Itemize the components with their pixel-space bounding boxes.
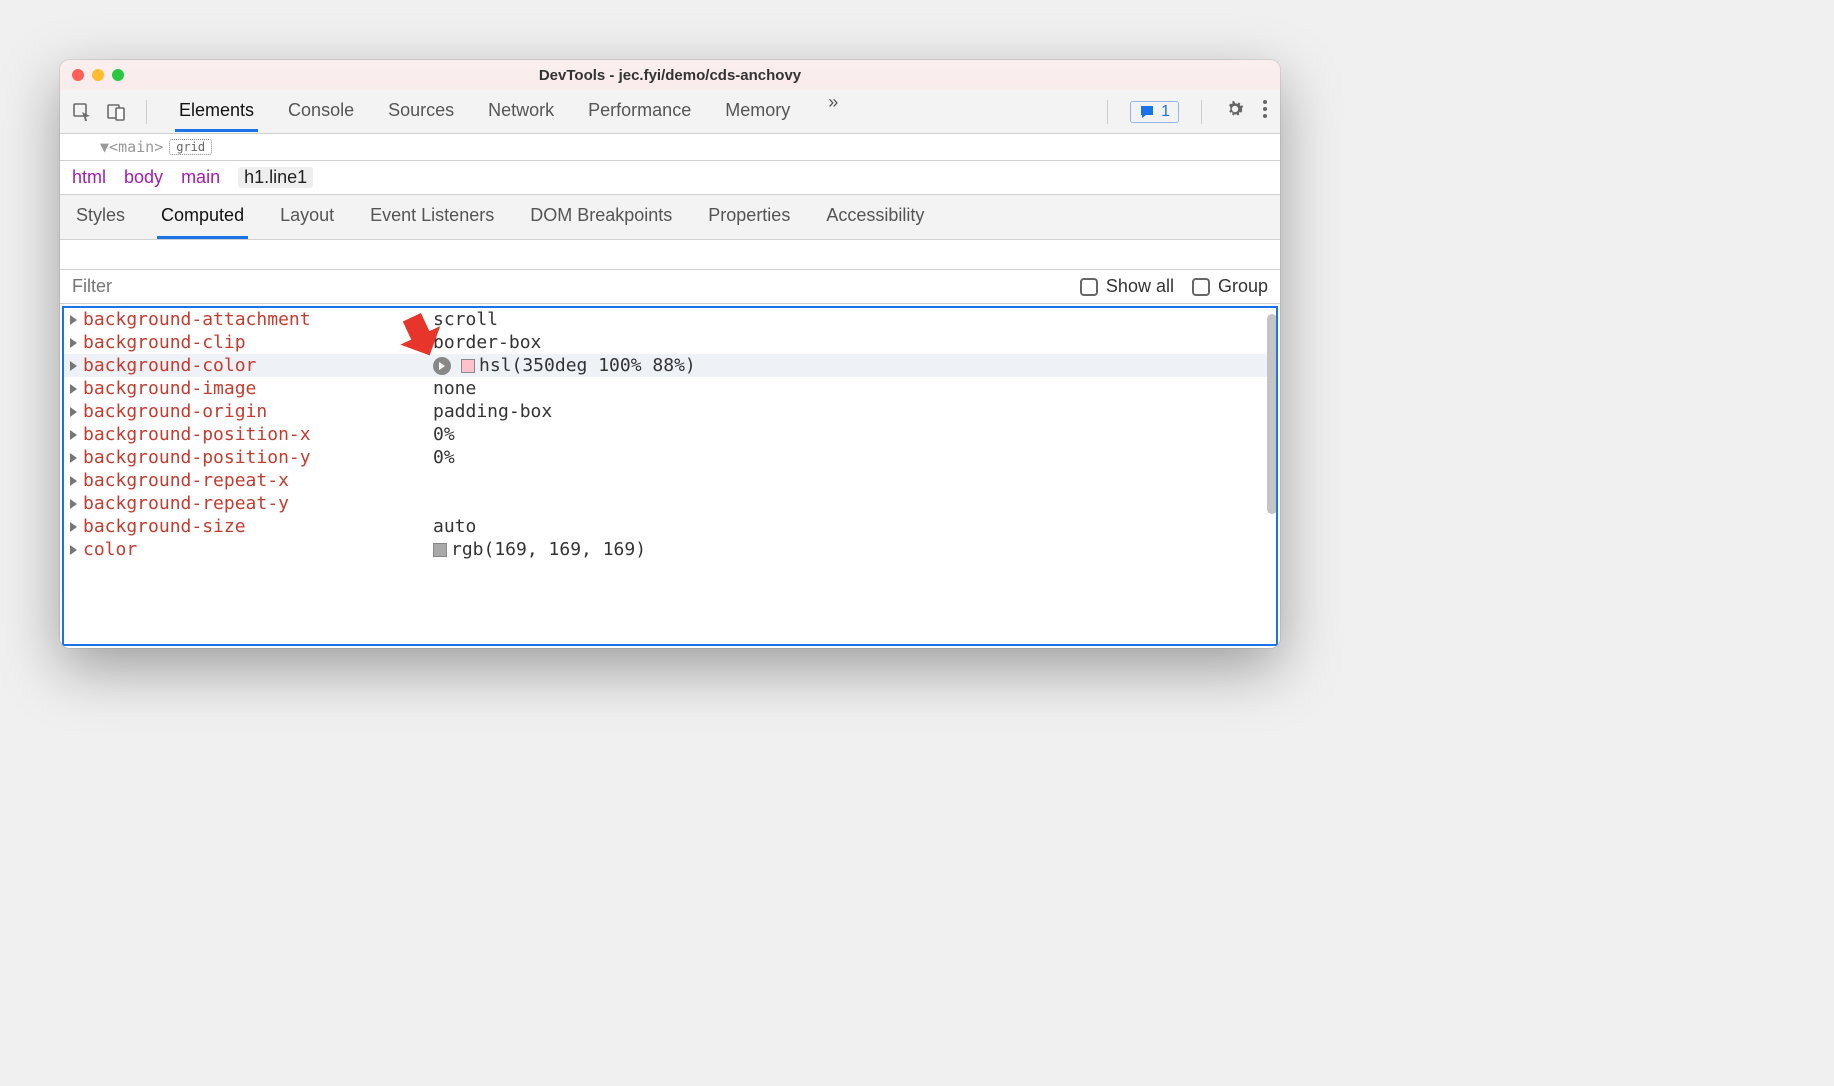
property-row[interactable]: colorrgb(169, 169, 169) <box>64 538 1276 561</box>
disclosure-triangle-icon[interactable] <box>70 407 77 417</box>
property-value: padding-box <box>433 401 552 422</box>
property-name: color <box>83 539 433 560</box>
property-name: background-attachment <box>83 309 433 330</box>
property-name: background-repeat-x <box>83 470 433 491</box>
subtab-accessibility[interactable]: Accessibility <box>822 195 928 239</box>
property-row[interactable]: background-repeat-y <box>64 492 1276 515</box>
tab-memory[interactable]: Memory <box>721 92 794 132</box>
toolbar-divider <box>1201 100 1202 124</box>
grid-badge[interactable]: grid <box>169 139 212 155</box>
titlebar: DevTools - jec.fyi/demo/cds-anchovy <box>60 60 1280 90</box>
tab-console[interactable]: Console <box>284 92 358 132</box>
property-row[interactable]: background-imagenone <box>64 377 1276 400</box>
main-toolbar: Elements Console Sources Network Perform… <box>60 90 1280 134</box>
property-name: background-color <box>83 355 433 376</box>
more-tabs-button[interactable]: » <box>828 92 838 132</box>
device-toolbar-icon[interactable] <box>106 102 126 122</box>
toolbar-divider <box>146 100 147 124</box>
traffic-lights <box>72 69 124 81</box>
settings-icon[interactable] <box>1224 98 1246 125</box>
subtab-event-listeners[interactable]: Event Listeners <box>366 195 498 239</box>
panel-tabs: Elements Console Sources Network Perform… <box>175 92 838 132</box>
disclosure-triangle-icon[interactable] <box>70 430 77 440</box>
property-name: background-origin <box>83 401 433 422</box>
sidebar-tabs: Styles Computed Layout Event Listeners D… <box>60 195 1280 240</box>
group-checkbox[interactable]: Group <box>1192 276 1268 297</box>
disclosure-triangle-icon[interactable] <box>70 499 77 509</box>
property-row[interactable]: background-repeat-x <box>64 469 1276 492</box>
subtab-computed[interactable]: Computed <box>157 195 248 239</box>
tab-performance[interactable]: Performance <box>584 92 695 132</box>
property-row[interactable]: background-colorhsl(350deg 100% 88%) <box>64 354 1276 377</box>
property-name: background-clip <box>83 332 433 353</box>
box-model-area <box>60 240 1280 270</box>
property-name: background-size <box>83 516 433 537</box>
property-value: auto <box>433 516 476 537</box>
disclosure-triangle-icon[interactable] <box>70 522 77 532</box>
computed-properties-list: background-attachmentscrollbackground-cl… <box>62 306 1278 646</box>
property-name: background-image <box>83 378 433 399</box>
property-value: scroll <box>433 309 498 330</box>
breadcrumb-html[interactable]: html <box>72 167 106 188</box>
devtools-window: DevTools - jec.fyi/demo/cds-anchovy Elem… <box>60 60 1280 648</box>
goto-source-icon[interactable] <box>433 357 451 375</box>
property-row[interactable]: background-clipborder-box <box>64 331 1276 354</box>
breadcrumb-body[interactable]: body <box>124 167 163 188</box>
tab-network[interactable]: Network <box>484 92 558 132</box>
disclosure-triangle-icon[interactable] <box>70 384 77 394</box>
disclosure-triangle-icon[interactable] <box>70 476 77 486</box>
filter-bar: Show all Group <box>60 270 1280 304</box>
subtab-styles[interactable]: Styles <box>72 195 129 239</box>
property-row[interactable]: background-originpadding-box <box>64 400 1276 423</box>
disclosure-triangle-icon[interactable] <box>70 338 77 348</box>
property-row[interactable]: background-position-x0% <box>64 423 1276 446</box>
close-window-button[interactable] <box>72 69 84 81</box>
disclosure-triangle-icon[interactable] <box>70 315 77 325</box>
filter-input[interactable] <box>72 276 304 297</box>
elements-tree-row[interactable]: ▼<main> grid <box>60 134 1280 161</box>
disclosure-triangle-icon[interactable] <box>70 545 77 555</box>
show-all-checkbox[interactable]: Show all <box>1080 276 1174 297</box>
tab-sources[interactable]: Sources <box>384 92 458 132</box>
subtab-properties[interactable]: Properties <box>704 195 794 239</box>
breadcrumb-main[interactable]: main <box>181 167 220 188</box>
property-value: 0% <box>433 447 455 468</box>
property-row[interactable]: background-sizeauto <box>64 515 1276 538</box>
color-swatch-icon[interactable] <box>461 359 475 373</box>
disclosure-triangle-icon[interactable] <box>70 361 77 371</box>
subtab-dom-breakpoints[interactable]: DOM Breakpoints <box>526 195 676 239</box>
property-name: background-repeat-y <box>83 493 433 514</box>
inspect-element-icon[interactable] <box>72 102 92 122</box>
issues-count: 1 <box>1161 103 1170 121</box>
minimize-window-button[interactable] <box>92 69 104 81</box>
checkbox-icon <box>1192 278 1210 296</box>
property-name: background-position-x <box>83 424 433 445</box>
scrollbar-thumb[interactable] <box>1267 314 1277 514</box>
property-value: none <box>433 378 476 399</box>
subtab-layout[interactable]: Layout <box>276 195 338 239</box>
window-title: DevTools - jec.fyi/demo/cds-anchovy <box>60 67 1280 84</box>
zoom-window-button[interactable] <box>112 69 124 81</box>
checkbox-icon <box>1080 278 1098 296</box>
property-row[interactable]: background-position-y0% <box>64 446 1276 469</box>
breadcrumb-selected[interactable]: h1.line1 <box>238 167 313 188</box>
property-row[interactable]: background-attachmentscroll <box>64 308 1276 331</box>
property-value: hsl(350deg 100% 88%) <box>433 355 696 376</box>
message-icon <box>1139 104 1155 120</box>
toolbar-divider <box>1107 100 1108 124</box>
property-name: background-position-y <box>83 447 433 468</box>
breadcrumb: html body main h1.line1 <box>60 161 1280 195</box>
property-value: border-box <box>433 332 541 353</box>
issues-badge[interactable]: 1 <box>1130 101 1179 123</box>
property-value: rgb(169, 169, 169) <box>433 539 646 560</box>
property-value: 0% <box>433 424 455 445</box>
disclosure-triangle-icon[interactable] <box>70 453 77 463</box>
kebab-menu-icon[interactable] <box>1262 98 1268 125</box>
tab-elements[interactable]: Elements <box>175 92 258 132</box>
color-swatch-icon[interactable] <box>433 543 447 557</box>
